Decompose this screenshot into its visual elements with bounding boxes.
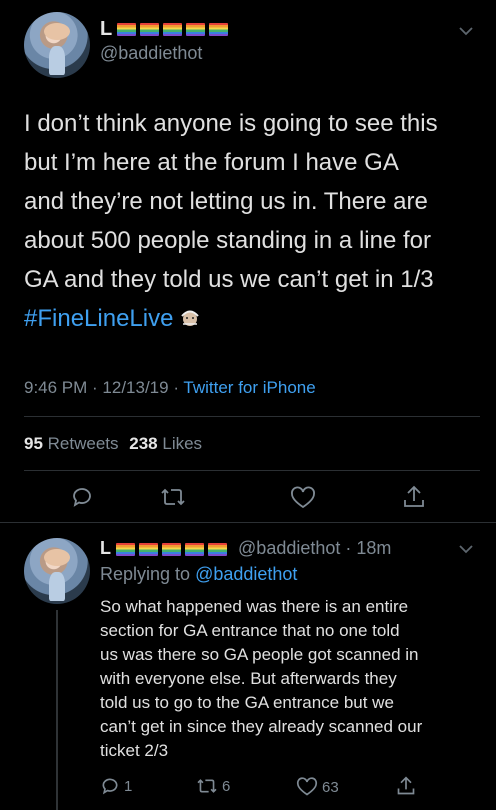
chevron-down-icon[interactable] <box>458 26 474 36</box>
replying-to-handle[interactable]: @baddiethot <box>195 564 297 584</box>
reply-text-line: with everyone else. But afterwards they <box>100 669 397 688</box>
divider <box>24 470 480 471</box>
retweet-icon <box>196 777 218 795</box>
hashtag-emoji-icon <box>177 306 203 332</box>
likes-link[interactable]: 238 Likes <box>129 434 202 453</box>
reply-avatar[interactable] <box>24 538 90 604</box>
reply-display-name-initial[interactable]: L <box>100 538 111 558</box>
divider <box>24 416 480 417</box>
divider <box>0 522 496 523</box>
reply-text-line: So what happened was there is an entire <box>100 597 409 616</box>
reply-reply-button[interactable]: 1 <box>100 776 132 796</box>
reply-retweet-button[interactable]: 6 <box>196 777 230 795</box>
reply-like-button[interactable]: 63 <box>296 777 339 797</box>
like-icon[interactable] <box>290 486 316 510</box>
retweets-label: Retweets <box>47 434 119 453</box>
rainbow-flags <box>116 542 228 556</box>
reply-header: L @baddiethot · 18m <box>100 538 391 559</box>
replying-to-label: Replying to <box>100 564 191 584</box>
thread-line <box>56 610 58 810</box>
retweets-count: 95 <box>24 434 43 453</box>
reply-share-icon[interactable] <box>396 775 416 797</box>
likes-count: 238 <box>129 434 158 453</box>
hashtag-link[interactable]: #FineLineLive <box>24 299 173 338</box>
reply-icon <box>100 776 120 796</box>
tweet-text-line: about 500 people standing in a line for <box>24 227 431 254</box>
retweet-icon[interactable] <box>160 486 186 508</box>
like-icon <box>296 777 318 797</box>
reply-icon[interactable] <box>70 485 94 509</box>
avatar[interactable] <box>24 12 90 78</box>
reply-chevron-down-icon[interactable] <box>458 544 474 554</box>
reply-retweet-count: 6 <box>222 777 231 795</box>
share-icon[interactable] <box>402 484 426 510</box>
tweet-text-line: I don’t think anyone is going to see thi… <box>24 110 438 137</box>
likes-label: Likes <box>162 434 203 453</box>
tweet-text-line: but I’m here at the forum I have GA <box>24 149 399 176</box>
tweet-text-line: GA and they told us we can’t get in 1/3 <box>24 266 434 293</box>
reply-text-line: ticket 2/3 <box>100 741 169 760</box>
timestamp[interactable]: 9:46 PM · 12/13/19 · <box>24 378 179 397</box>
tweet-text-line: and they’re not letting us in. There are <box>24 188 428 215</box>
reply-text-line: us was there so GA people got scanned in <box>100 645 419 664</box>
reply-text-line: can’t get in since they already scanned … <box>100 717 423 736</box>
reply-handle-time[interactable]: @baddiethot · 18m <box>238 538 391 558</box>
reply-reply-count: 1 <box>124 777 133 795</box>
reply-text-line: told us to go to the GA entrance but we <box>100 693 394 712</box>
reply-like-count: 63 <box>322 778 339 796</box>
engagement-counts: 95 Retweets 238 Likes <box>24 434 202 454</box>
rainbow-flags <box>117 23 229 37</box>
tweet-text: I don’t think anyone is going to see thi… <box>24 104 438 338</box>
tweet-meta: 9:46 PM · 12/13/19 · Twitter for iPhone <box>24 378 316 398</box>
tweet-source-link[interactable]: Twitter for iPhone <box>183 378 315 397</box>
user-handle[interactable]: @baddiethot <box>100 43 202 64</box>
reply-text: So what happened was there is an entire … <box>100 595 422 763</box>
replying-to: Replying to @baddiethot <box>100 564 297 585</box>
reply-text-line: section for GA entrance that no one told <box>100 621 400 640</box>
display-name-initial: L <box>100 18 112 40</box>
retweets-link[interactable]: 95 Retweets <box>24 434 123 453</box>
display-name[interactable]: L <box>100 18 229 41</box>
